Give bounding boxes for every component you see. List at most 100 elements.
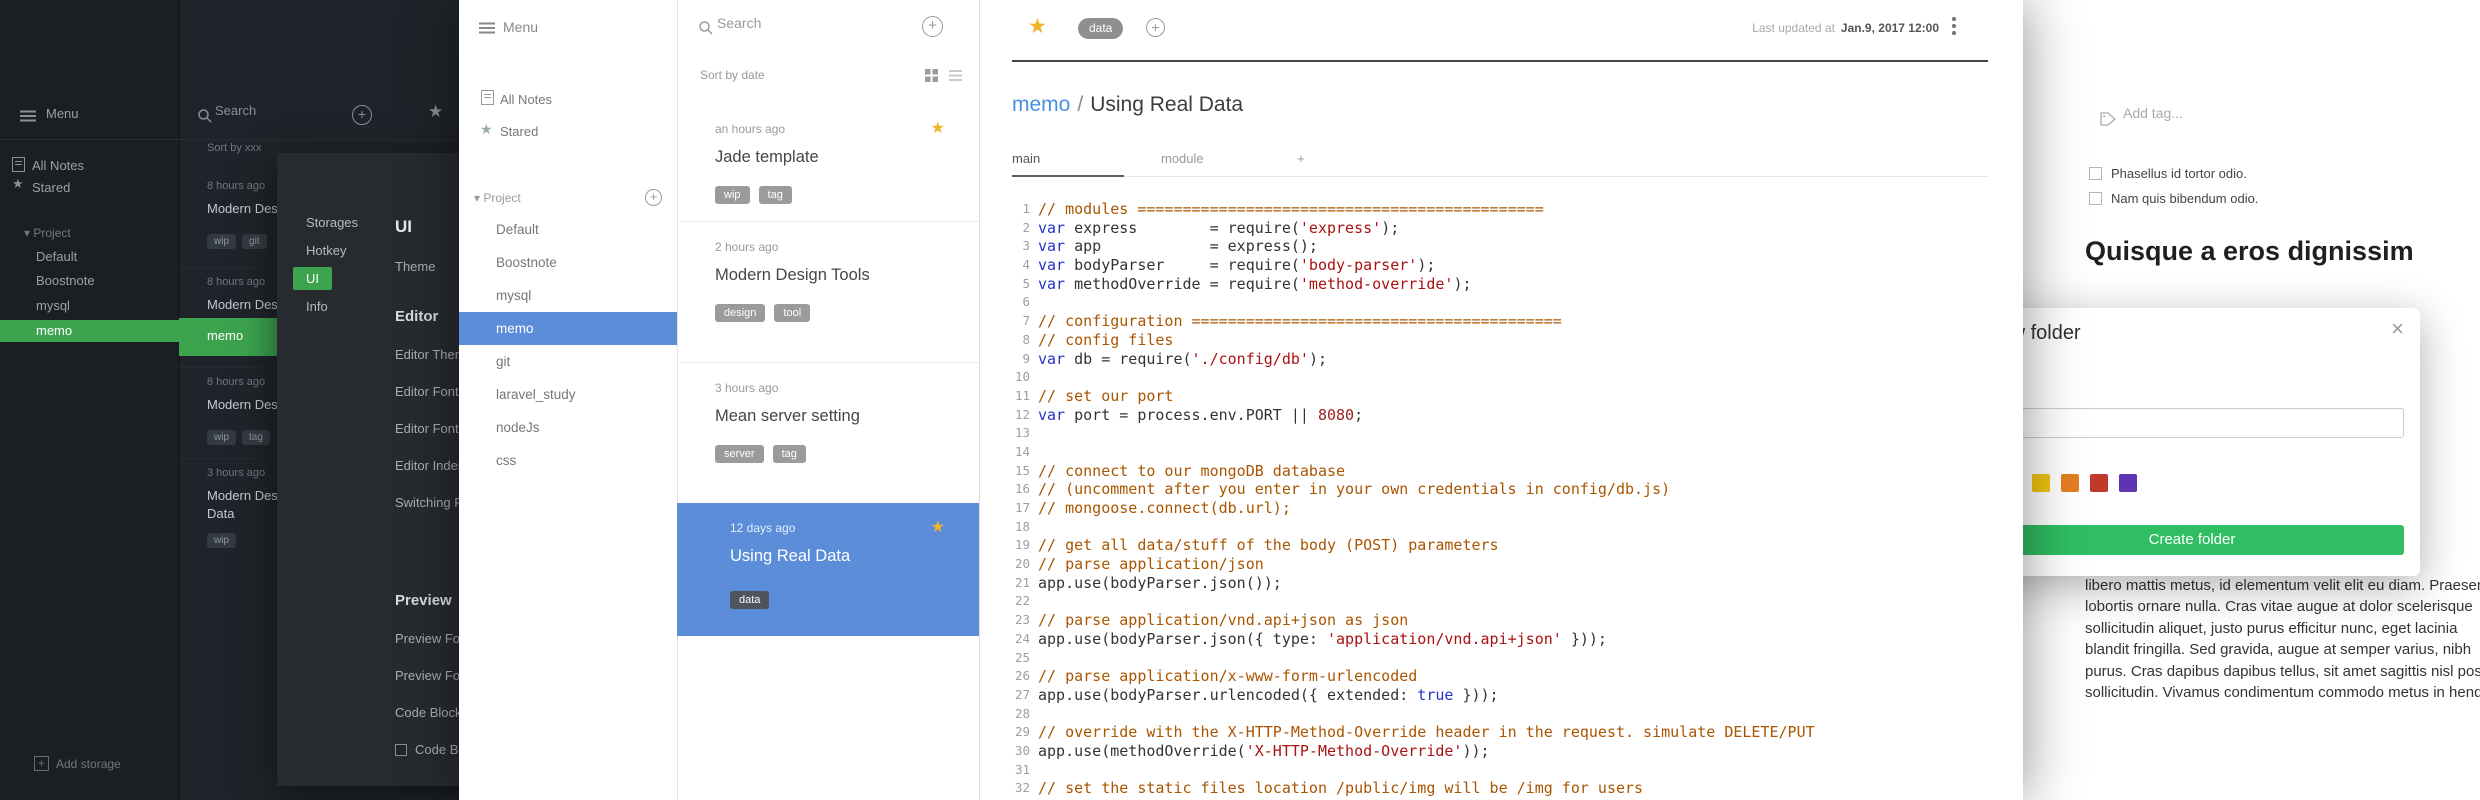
tab-main[interactable]: main: [1012, 144, 1124, 177]
folder-color-swatch[interactable]: [2090, 474, 2108, 492]
new-folder-button[interactable]: +: [645, 189, 662, 206]
star-toggle-icon[interactable]: ★: [1028, 14, 1047, 39]
sidebar-folder-Default[interactable]: Default: [459, 213, 677, 246]
note-list-item[interactable]: 12 days ago ★ Using Real Data data: [677, 503, 979, 636]
new-note-button[interactable]: +: [352, 105, 372, 125]
code-editor[interactable]: 1// modules ============================…: [994, 200, 2014, 798]
note-tag-badge[interactable]: data: [1078, 18, 1124, 39]
dark-sidebar-folder-Default[interactable]: Default: [0, 246, 179, 268]
settings-tab-info[interactable]: Info: [293, 295, 341, 318]
sidebar-folder-memo[interactable]: memo: [459, 312, 677, 345]
sidebar-folder-mysql[interactable]: mysql: [459, 279, 677, 312]
star-icon: ★: [930, 120, 945, 137]
tag-pill: tag: [242, 430, 270, 445]
settings-tab-storages[interactable]: Storages: [293, 211, 371, 234]
folder-color-swatch[interactable]: [2119, 474, 2137, 492]
sidebar-folder-nodeJs[interactable]: nodeJs: [459, 411, 677, 444]
note-title: Modern Design Tools: [715, 266, 870, 284]
sidebar-folder-git[interactable]: git: [459, 345, 677, 378]
sidebar-item-starred[interactable]: Stared: [32, 180, 70, 195]
sidebar-folder-laravel_study[interactable]: laravel_study: [459, 378, 677, 411]
project-section-label[interactable]: ▾ Project: [24, 226, 71, 240]
note-time: 8 hours ago: [207, 276, 266, 288]
code-line: 9 var db = require('./config/db');: [994, 350, 2014, 369]
code-line: 21 app.use(bodyParser.json());: [994, 574, 2014, 593]
star-icon: ★: [930, 519, 945, 536]
note-time: 2 hours ago: [715, 240, 779, 254]
new-tab-button[interactable]: +: [1297, 144, 1321, 177]
tab-module[interactable]: module: [1161, 144, 1261, 177]
search-input[interactable]: [215, 103, 325, 118]
line-number: 5: [1022, 275, 1030, 291]
project-section-label[interactable]: ▾ Project: [474, 191, 521, 205]
new-folder-dialog: New folder × Create folder: [1963, 308, 2420, 576]
note-list-item[interactable]: an hours ago ★ Jade template wip tag: [677, 104, 979, 221]
folder-name-input[interactable]: [1980, 408, 2404, 438]
list-view-icon[interactable]: [949, 69, 962, 87]
line-number: 30: [1014, 742, 1030, 758]
hamburger-icon[interactable]: [479, 21, 495, 39]
note-time: 12 days ago: [730, 521, 796, 535]
checkbox-row[interactable]: Nam quis bibendum odio.: [2089, 191, 2258, 206]
paragraph-line: lobortis ornare nulla. Cras vitae augue …: [2085, 598, 2473, 616]
code-line: 11// set our port: [994, 387, 2014, 406]
line-number: 2: [1022, 219, 1030, 235]
line-number: 24: [1014, 630, 1030, 646]
sort-dropdown[interactable]: Sort by date: [700, 68, 765, 82]
add-storage-button[interactable]: Add storage: [56, 757, 121, 771]
tag-pill: tag: [772, 445, 806, 463]
menu-label[interactable]: Menu: [46, 106, 79, 121]
checkbox-row[interactable]: Phasellus id tortor odio.: [2089, 166, 2247, 181]
settings-tab-hotkey[interactable]: Hotkey: [293, 239, 359, 262]
checkbox[interactable]: [2089, 167, 2102, 180]
add-tag-button[interactable]: +: [1146, 18, 1165, 37]
close-icon[interactable]: ×: [2391, 316, 2404, 342]
add-tag-input[interactable]: [2123, 105, 2323, 121]
code-line: 30 app.use(methodOverride('X-HTTP-Method-…: [994, 742, 2014, 761]
dark-sidebar-folder-Boostnote[interactable]: Boostnote: [0, 270, 179, 292]
dark-sidebar-folder-memo[interactable]: memo: [0, 320, 179, 342]
folder-color-swatch[interactable]: [2032, 474, 2050, 492]
last-updated: Last updated at Jan.9, 2017 12:00: [1752, 21, 1939, 35]
hamburger-icon[interactable]: [20, 109, 36, 127]
breadcrumb-folder[interactable]: memo: [1012, 93, 1070, 116]
settings-tab-ui[interactable]: UI: [293, 267, 332, 290]
code-line: 28: [994, 705, 2014, 724]
sidebar-folder-css[interactable]: css: [459, 444, 677, 477]
line-number: 17: [1014, 500, 1030, 515]
dark-sidebar-folder-mysql[interactable]: mysql: [0, 295, 179, 317]
tag-pill: tag: [758, 186, 792, 204]
grid-view-icon[interactable]: [925, 69, 938, 87]
all-notes-icon: [12, 157, 25, 177]
note-list-item[interactable]: 3 hours ago Mean server setting server tag: [677, 362, 979, 503]
code-line: 24 app.use(bodyParser.json({ type: 'appli…: [994, 630, 2014, 649]
code-line: 19// get all data/stuff of the body (POS…: [994, 536, 2014, 555]
sidebar-item-all-notes[interactable]: All Notes: [500, 92, 552, 107]
code-line: 27 app.use(bodyParser.urlencoded({ extend…: [994, 686, 2014, 705]
search-input[interactable]: [717, 15, 887, 31]
line-number: 25: [1014, 649, 1030, 665]
line-number: 26: [1014, 668, 1030, 684]
code-line: 32// set the static files location /publ…: [994, 779, 2014, 798]
checkbox[interactable]: [395, 743, 407, 756]
star-icon[interactable]: ★: [428, 102, 443, 122]
sidebar-item-starred[interactable]: Stared: [500, 124, 538, 139]
code-line: 26// parse application/x-www-form-urlenc…: [994, 667, 2014, 686]
checkbox[interactable]: [2089, 192, 2102, 205]
sidebar-item-all-notes[interactable]: All Notes: [32, 158, 84, 173]
menu-label[interactable]: Menu: [503, 19, 538, 35]
tag-icon: [2100, 112, 2116, 131]
code-line: 1// modules ============================…: [994, 200, 2014, 219]
divider: [979, 0, 980, 800]
create-folder-button[interactable]: Create folder: [1980, 525, 2404, 555]
new-note-button[interactable]: +: [922, 16, 943, 37]
sort-dropdown[interactable]: Sort by xxx: [207, 142, 261, 154]
note-time: an hours ago: [715, 122, 786, 136]
folder-color-swatch[interactable]: [2061, 474, 2079, 492]
note-title: memo / Using Real Data: [1012, 93, 1244, 116]
note-list-item[interactable]: 2 hours ago Modern Design Tools design tool: [677, 221, 979, 362]
note-tags: wiptag: [207, 430, 270, 445]
document-heading: Quisque a eros dignissim: [2085, 236, 2414, 266]
more-menu-icon[interactable]: [1951, 17, 1957, 38]
sidebar-folder-Boostnote[interactable]: Boostnote: [459, 246, 677, 279]
